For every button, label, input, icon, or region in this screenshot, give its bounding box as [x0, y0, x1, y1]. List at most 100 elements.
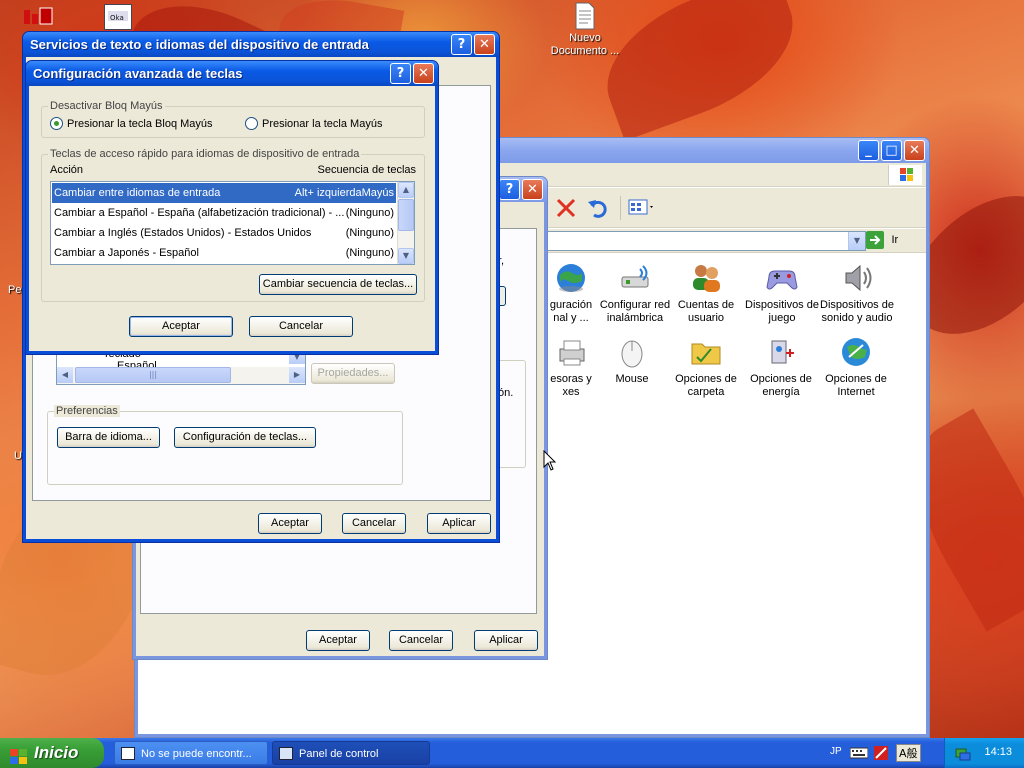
hotkey-sequence: (Ninguno)	[345, 207, 394, 219]
column-header-action: Acción	[50, 164, 84, 176]
cp-item-internet-options[interactable]: Opciones de Internet	[817, 335, 895, 399]
hotkeys-list[interactable]: Cambiar entre idiomas de entrada Alt+ iz…	[50, 181, 415, 265]
hotkey-row[interactable]: Cambiar a Español - España (alfabetizaci…	[52, 203, 396, 223]
ime-mode-indicator[interactable]: A般	[896, 744, 921, 762]
dialog-title: Servicios de texto e idiomas del disposi…	[30, 37, 369, 52]
maximize-button[interactable]: □	[881, 140, 902, 161]
desktop: Oka Nuevo Documento ... Per U _ □ ✕ ▼ Ir…	[0, 0, 1024, 738]
cp-item-label: Dispositivos de sonido y audio	[820, 299, 894, 324]
cp-item-label: Opciones de carpeta	[675, 373, 737, 398]
cp-item-wireless[interactable]: Configurar red inalámbrica	[592, 261, 678, 325]
cp-item-mouse[interactable]: Mouse	[593, 335, 671, 386]
cp-item-power-options[interactable]: Opciones de energía	[742, 335, 820, 399]
taskbar-item-active[interactable]: Panel de control	[272, 741, 430, 765]
desktop-shortcut-icon[interactable]	[22, 6, 56, 28]
scroll-thumb[interactable]: |||	[75, 367, 231, 383]
apply-button[interactable]: Aplicar	[474, 630, 538, 651]
taskbar: Inicio No se puede encontr... Panel de c…	[0, 738, 1024, 768]
dialog-title: Configuración avanzada de teclas	[33, 66, 243, 81]
cancel-button[interactable]: Cancelar	[389, 630, 453, 651]
desktop-icon-partial[interactable]: Per	[0, 284, 25, 297]
scroll-thumb[interactable]	[398, 199, 414, 231]
cancel-button[interactable]: Cancelar	[342, 513, 406, 534]
column-header-sequence: Secuencia de teclas	[317, 164, 416, 176]
globe-icon	[554, 261, 588, 295]
radio-shift[interactable]: Presionar la tecla Mayús	[245, 117, 382, 130]
apply-button[interactable]: Aplicar	[427, 513, 491, 534]
help-button[interactable]: ?	[390, 63, 411, 84]
cp-item-label: Opciones de energía	[750, 373, 812, 398]
address-dropdown-button[interactable]: ▼	[848, 232, 865, 250]
cp-item-label: Cuentas de usuario	[677, 299, 735, 324]
hotkey-sequence: (Ninguno)	[345, 227, 394, 239]
system-tray: 14:13	[944, 738, 1024, 768]
desktop-icon-partial[interactable]: U	[0, 450, 24, 463]
scroll-down-button[interactable]: ▼	[398, 248, 414, 264]
clock[interactable]: 14:13	[984, 746, 1012, 758]
properties-button[interactable]: Propiedades...	[311, 363, 395, 384]
language-indicator[interactable]: JP	[830, 746, 842, 757]
key-settings-button[interactable]: Configuración de teclas...	[174, 427, 316, 448]
views-icon[interactable]	[620, 196, 654, 220]
desktop-icon-new-document[interactable]: Nuevo Documento ...	[540, 2, 630, 58]
internet-globe-icon	[839, 335, 873, 369]
start-button[interactable]: Inicio	[0, 738, 104, 768]
cp-item-folder-options[interactable]: Opciones de carpeta	[667, 335, 745, 399]
speaker-icon	[840, 261, 874, 295]
scroll-up-button[interactable]: ▲	[398, 182, 414, 198]
scroll-right-button[interactable]: ▶	[289, 367, 305, 383]
change-key-sequence-button[interactable]: Cambiar secuencia de teclas...	[259, 274, 417, 295]
hotkey-sequence: (Ninguno)	[345, 247, 394, 259]
close-button[interactable]: ✕	[474, 34, 495, 55]
ok-button[interactable]: Aceptar	[258, 513, 322, 534]
network-tray-icon[interactable]	[955, 745, 971, 761]
advanced-dialog-client: Desactivar Bloq Mayús Presionar la tecla…	[29, 86, 435, 351]
windows-logo-icon	[888, 165, 922, 185]
cp-item-game-controllers[interactable]: Dispositivos de juego	[738, 261, 826, 325]
text-services-titlebar[interactable]: Servicios de texto e idiomas del disposi…	[23, 32, 499, 57]
language-bar-button[interactable]: Barra de idioma...	[57, 427, 160, 448]
cp-item-label: Configurar red inalámbrica	[599, 299, 671, 324]
scroll-left-button[interactable]: ◀	[57, 367, 73, 383]
hotkey-action: Cambiar a Japonés - Español	[54, 247, 199, 259]
go-button[interactable]: Ir	[866, 231, 906, 251]
hotkey-row[interactable]: Cambiar a Japonés - Español (Ninguno)	[52, 243, 396, 263]
desktop-app-icon[interactable]: Oka	[104, 4, 132, 30]
help-button[interactable]: ?	[499, 179, 520, 200]
game-controller-icon	[765, 261, 799, 295]
hotkey-row[interactable]: Cambiar entre idiomas de entrada Alt+ iz…	[52, 183, 396, 203]
close-button[interactable]: ✕	[413, 63, 434, 84]
cp-item-user-accounts[interactable]: Cuentas de usuario	[667, 261, 745, 325]
hotkey-sequence: Alt+ izquierdaMayús	[294, 187, 394, 199]
cp-item-sound-audio[interactable]: Dispositivos de sonido y audio	[814, 261, 900, 325]
cp-item-label: Mouse	[615, 373, 649, 385]
cp-item-label: Dispositivos de juego	[745, 299, 819, 324]
language-bar: JP A般	[826, 742, 936, 764]
mouse-icon	[615, 335, 649, 369]
close-button[interactable]: ✕	[904, 140, 925, 161]
partial-group	[496, 360, 526, 468]
keyboard-icon[interactable]	[849, 747, 869, 759]
cancel-button[interactable]: Cancelar	[249, 316, 353, 337]
close-button[interactable]: ✕	[522, 179, 543, 200]
power-icon	[764, 335, 798, 369]
wireless-network-icon	[618, 261, 652, 295]
mouse-cursor-icon	[543, 449, 557, 472]
user-accounts-icon	[689, 261, 723, 295]
advanced-dialog-titlebar[interactable]: Configuración avanzada de teclas ? ✕	[26, 61, 438, 86]
hotkey-row[interactable]: Cambiar a Inglés (Estados Unidos) - Esta…	[52, 223, 396, 243]
ok-button[interactable]: Aceptar	[129, 316, 233, 337]
minimize-button[interactable]: _	[858, 140, 879, 161]
help-button[interactable]: ?	[451, 34, 472, 55]
delete-icon[interactable]	[554, 196, 578, 220]
vertical-scrollbar[interactable]: ▲ ▼	[397, 182, 414, 264]
taskbar-item[interactable]: No se puede encontr...	[114, 741, 268, 765]
cp-item-label: Opciones de Internet	[825, 373, 887, 398]
radio-caps-lock[interactable]: Presionar la tecla Bloq Mayús	[50, 117, 213, 130]
horizontal-scrollbar[interactable]: ◀ ||| ▶	[57, 367, 305, 384]
ok-button[interactable]: Aceptar	[306, 630, 370, 651]
ime-icon[interactable]	[872, 744, 892, 762]
control-panel-icon	[279, 747, 293, 760]
hotkeys-group-label: Teclas de acceso rápido para idiomas de …	[48, 148, 362, 160]
undo-icon[interactable]	[586, 196, 610, 220]
